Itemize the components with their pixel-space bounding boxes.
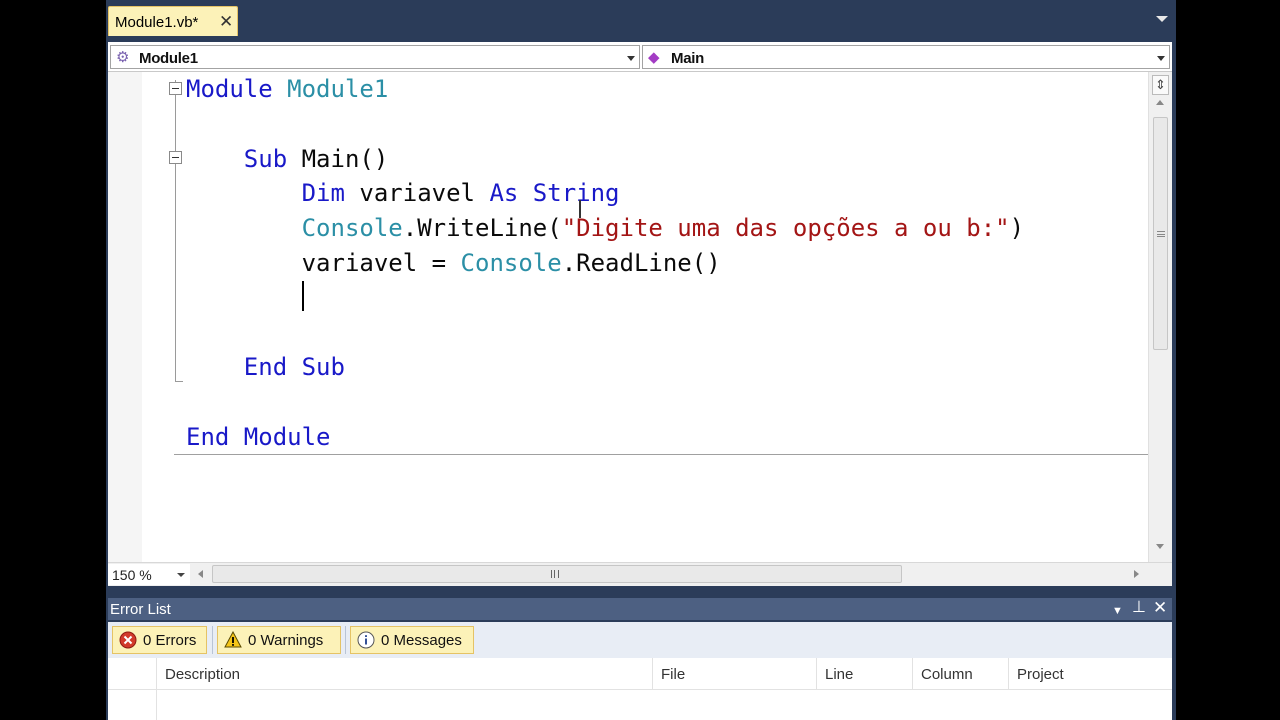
method-icon: ◆ (648, 49, 660, 66)
column-header-label: Column (921, 666, 973, 683)
zoom-level: 150 % (112, 567, 152, 583)
grip-icon (1157, 231, 1165, 237)
code-token: Dim (186, 179, 360, 208)
code-line[interactable]: Module Module1 (186, 74, 388, 104)
horizontal-scroll-bar: 150 % (108, 562, 1172, 586)
close-icon[interactable]: ✕ (219, 12, 233, 32)
grip-icon (551, 570, 559, 578)
scroll-down-icon[interactable] (1156, 544, 1164, 549)
editor-margin (108, 72, 142, 562)
text-caret (302, 281, 304, 311)
code-token: variavel = (186, 249, 461, 277)
chevron-down-icon (627, 56, 635, 61)
column-header-description[interactable]: Description (156, 658, 652, 690)
code-end-rule (174, 454, 1149, 455)
errors-filter-label: 0 Errors (143, 632, 197, 649)
messages-filter-label: 0 Messages (381, 632, 462, 649)
member-combo-value: Main (671, 50, 704, 67)
error-list-column-headers: Description File Line Column Project (108, 658, 1172, 690)
code-line[interactable]: variavel = Console.ReadLine() (186, 248, 721, 278)
ibeam-cursor-icon (579, 200, 581, 218)
code-token: ) (1009, 214, 1025, 243)
code-token: .ReadLine() (561, 249, 721, 277)
column-header-project[interactable]: Project (1008, 658, 1172, 690)
zoom-combo[interactable]: 150 % (108, 564, 190, 585)
code-token: String (532, 179, 620, 208)
collapse-sub-icon[interactable] (169, 151, 182, 164)
code-token: Module1 (287, 75, 389, 103)
scroll-left-icon[interactable] (198, 570, 203, 578)
code-line[interactable]: Console.WriteLine("Digite uma das opções… (186, 213, 1025, 243)
document-tab-module1[interactable]: Module1.vb* ✕ (108, 6, 238, 36)
error-icon (119, 631, 137, 649)
code-token: Module (186, 75, 288, 103)
messages-filter-button[interactable]: 0 Messages (350, 626, 474, 654)
errors-filter-button[interactable]: 0 Errors (112, 626, 207, 654)
chevron-down-icon (1157, 56, 1165, 61)
code-line[interactable]: End Module (186, 422, 331, 452)
error-list-body (108, 690, 1172, 720)
split-window-icon[interactable]: ⇕ (1152, 75, 1169, 95)
column-header-label: File (661, 666, 686, 683)
code-editor[interactable]: Module Module1 Sub Main() Dim variavel A… (108, 72, 1172, 562)
outlining-line (175, 80, 176, 382)
module-icon: ⚙ (116, 49, 130, 66)
document-tab-strip: Module1.vb* ✕ (106, 0, 1176, 40)
vertical-scroll-thumb[interactable] (1153, 117, 1168, 350)
chevron-down-icon (177, 573, 185, 577)
error-list-header: Error List ▼ ⊥ ✕ (108, 598, 1172, 620)
toolbar-separator (345, 626, 346, 654)
code-token: variavel (359, 179, 490, 208)
member-combo[interactable]: ◆ Main (642, 45, 1170, 69)
code-token: As (489, 179, 533, 208)
vertical-scrollbar[interactable]: ⇕ (1148, 72, 1172, 562)
column-header-label: Line (825, 666, 854, 683)
warnings-filter-button[interactable]: 0 Warnings (217, 626, 341, 654)
code-token: End Sub (186, 353, 345, 382)
document-tab-label: Module1.vb* (115, 14, 199, 31)
code-line[interactable]: Sub Main() (186, 144, 389, 174)
visual-studio-window: Module1.vb* ✕ ⚙ Module1 ◆ Main Module Mo… (106, 0, 1176, 720)
code-token: Main() (301, 144, 389, 173)
warning-icon (224, 631, 242, 648)
code-token: Console (186, 214, 403, 243)
column-header-label: Description (165, 666, 241, 683)
type-combo[interactable]: ⚙ Module1 (110, 45, 640, 69)
error-list-toolbar: 0 Errors 0 Warnings 0 Messages (108, 622, 1172, 658)
column-header-line[interactable]: Line (816, 658, 912, 690)
code-token: .WriteLine( (402, 214, 562, 243)
error-list-title: Error List (110, 601, 171, 618)
warnings-filter-label: 0 Warnings (248, 632, 324, 649)
column-header-file[interactable]: File (652, 658, 816, 690)
code-token: Console (460, 249, 562, 277)
horizontal-scroll-thumb[interactable] (212, 565, 902, 583)
column-header-label: Project (1017, 666, 1064, 683)
code-token: End Module (186, 423, 331, 451)
scroll-right-icon[interactable] (1134, 570, 1139, 578)
outlining-end-tick (175, 381, 183, 382)
scroll-up-icon[interactable] (1156, 100, 1164, 105)
code-token: "Digite uma das opções a ou b:" (561, 214, 1010, 243)
code-line[interactable]: End Sub (186, 352, 345, 382)
collapse-module-icon[interactable] (169, 82, 182, 95)
window-position-icon[interactable]: ▼ (1112, 602, 1123, 620)
document-list-dropdown-icon[interactable] (1156, 16, 1168, 22)
type-combo-value: Module1 (139, 50, 198, 67)
pin-icon[interactable]: ⊥ (1132, 599, 1146, 617)
column-header-column[interactable]: Column (912, 658, 1008, 690)
code-line[interactable]: Dim variavel As String (186, 178, 620, 208)
column-divider (156, 690, 157, 720)
info-icon (357, 631, 375, 649)
toolbar-separator (212, 626, 213, 654)
code-token: Sub (186, 144, 302, 173)
close-icon[interactable]: ✕ (1153, 599, 1167, 617)
navigation-bar: ⚙ Module1 ◆ Main (108, 42, 1172, 72)
